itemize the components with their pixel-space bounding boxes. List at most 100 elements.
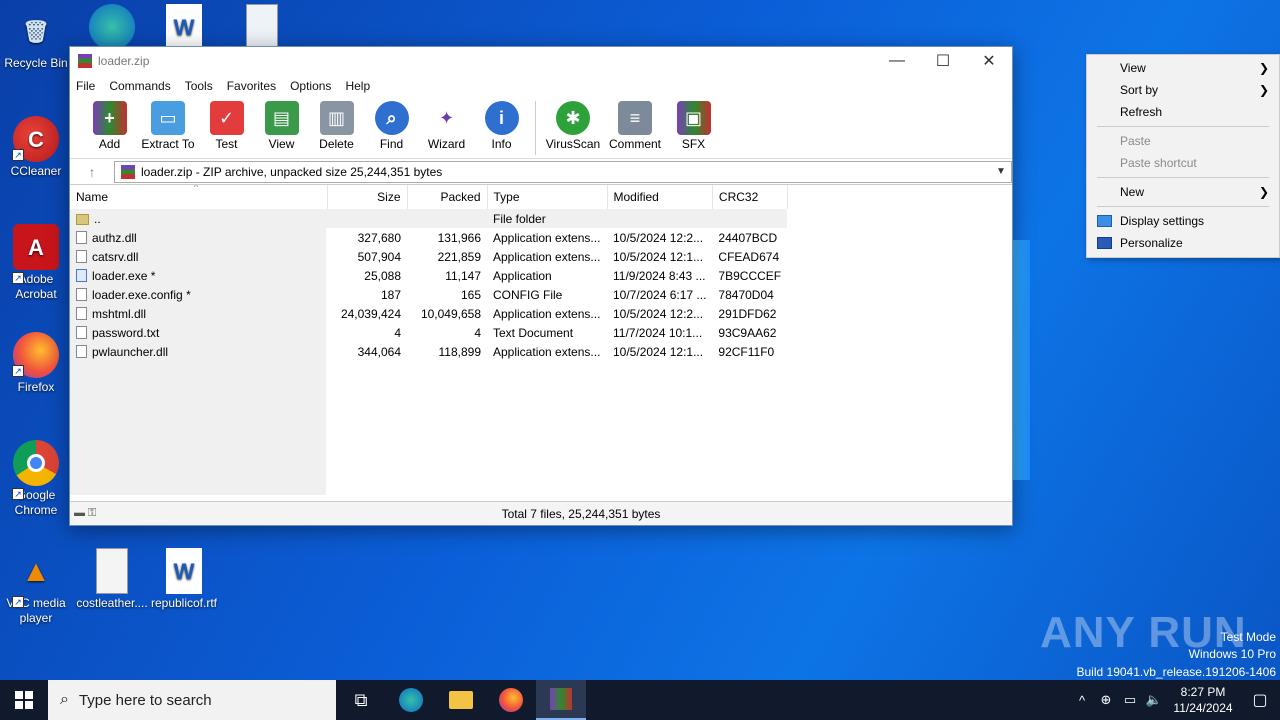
network-icon[interactable]: ▭ xyxy=(1118,692,1142,708)
taskbar-firefox[interactable] xyxy=(486,680,536,720)
desktop-icon-firefox[interactable]: ↗ Firefox xyxy=(0,332,72,395)
desktop-icon-costleather[interactable]: costleather.... xyxy=(76,548,148,611)
notifications-icon[interactable]: ▢ xyxy=(1240,690,1280,710)
table-row[interactable]: catsrv.dll 507,904 221,859 Application ex… xyxy=(70,247,787,266)
desktop-icon-vlc[interactable]: ▲ ↗ VLC media player xyxy=(0,548,72,626)
task-view-icon: ⧉ xyxy=(354,689,368,710)
shortcut-arrow-icon: ↗ xyxy=(12,596,24,608)
column-header-size[interactable]: Size xyxy=(327,185,408,209)
image-file-icon xyxy=(246,4,278,46)
menu-file[interactable]: File xyxy=(76,79,103,93)
table-row[interactable]: loader.exe.config * 187 165 CONFIG File 10… xyxy=(70,285,787,304)
add-button[interactable]: + Add xyxy=(82,97,137,151)
watermark-mode: Test Mode xyxy=(1220,630,1276,644)
volume-icon[interactable]: 🔈 xyxy=(1142,692,1166,708)
taskbar-edge[interactable] xyxy=(386,680,436,720)
up-arrow-icon[interactable]: ↑ xyxy=(70,164,114,180)
desktop-icon-edge[interactable] xyxy=(76,4,148,46)
column-header-crc32[interactable]: CRC32 xyxy=(712,185,788,209)
chrome-icon xyxy=(13,440,59,486)
column-header-name[interactable]: Name ^ xyxy=(70,185,328,209)
system-tray: ^ ⊕ ▭ 🔈 8:27 PM 11/24/2024 ▢ xyxy=(1070,684,1280,716)
folder-icon xyxy=(449,691,473,709)
clock[interactable]: 8:27 PM 11/24/2024 xyxy=(1166,684,1240,716)
toolbar: + Add ▭ Extract To ✓ Test ▤ View ▥ Delete ⌕ Fi… xyxy=(70,97,1012,159)
path-bar: ↑ loader.zip - ZIP archive, unpacked siz… xyxy=(70,159,1012,185)
menu-favorites[interactable]: Favorites xyxy=(227,79,284,93)
desktop-icon-image[interactable] xyxy=(226,4,298,46)
minimize-button[interactable]: — xyxy=(874,47,920,75)
status-bar: ▬ ⚿ Total 7 files, 25,244,351 bytes xyxy=(70,501,1012,525)
menu-item-personalize[interactable]: Personalize xyxy=(1087,232,1279,254)
desktop-icon-word-doc[interactable]: W xyxy=(148,4,220,46)
menu-options[interactable]: Options xyxy=(290,79,339,93)
chevron-right-icon: ❯ xyxy=(1258,83,1269,97)
watermark-build: Build 19041.vb_release.191206-1406 xyxy=(1076,665,1277,679)
test-button[interactable]: ✓ Test xyxy=(199,97,254,151)
dll-file-icon xyxy=(76,230,87,244)
taskbar-winrar[interactable] xyxy=(536,680,586,720)
chevron-right-icon: ❯ xyxy=(1258,185,1269,199)
desktop-icon-republicof[interactable]: W republicof.rtf xyxy=(148,548,220,611)
table-row[interactable]: loader.exe * 25,088 11,147 Application 11/… xyxy=(70,266,787,285)
desktop-icon-label: Recycle Bin xyxy=(4,56,68,70)
maximize-button[interactable]: ☐ xyxy=(920,47,966,75)
menu-item-view[interactable]: View ❯ xyxy=(1087,57,1279,79)
taskbar-file-explorer[interactable] xyxy=(436,680,486,720)
delete-button[interactable]: ▥ Delete xyxy=(309,97,364,151)
path-box[interactable]: loader.zip - ZIP archive, unpacked size … xyxy=(114,160,1012,183)
wand-icon: ✦ xyxy=(438,107,455,128)
file-table: Name ^ Size Packed Type Modified CRC32 ..… xyxy=(70,185,788,361)
config-file-icon xyxy=(76,287,87,301)
view-button[interactable]: ▤ View xyxy=(254,97,309,151)
wizard-button[interactable]: ✦ Wizard xyxy=(419,97,474,152)
table-row[interactable]: .. File folder xyxy=(70,209,788,228)
table-row[interactable]: authz.dll 327,680 131,966 Application ext… xyxy=(70,228,787,247)
firefox-icon xyxy=(499,688,523,712)
comment-button[interactable]: ≡ Comment xyxy=(604,97,666,151)
desktop-icon-acrobat[interactable]: A ↗ Adobe Acrobat xyxy=(0,224,72,302)
winrar-icon xyxy=(550,688,572,710)
menu-help[interactable]: Help xyxy=(345,79,378,93)
close-button[interactable]: ✕ xyxy=(966,47,1012,75)
menu-tools[interactable]: Tools xyxy=(185,79,221,93)
menu-item-refresh[interactable]: Refresh xyxy=(1087,101,1279,123)
desktop-icon-chrome[interactable]: ↗ Google Chrome xyxy=(0,440,72,518)
desktop-icon-ccleaner[interactable]: C ↗ CCleaner xyxy=(0,116,72,179)
taskbar-search[interactable]: ⌕ Type here to search xyxy=(48,680,336,720)
shortcut-arrow-icon: ↗ xyxy=(12,272,24,284)
security-icon[interactable]: ⊕ xyxy=(1094,692,1118,708)
virusscan-button[interactable]: ✱ VirusScan xyxy=(542,97,604,151)
start-button[interactable] xyxy=(0,680,48,720)
table-row[interactable]: pwlauncher.dll 344,064 118,899 Applicatio… xyxy=(70,342,787,361)
menu-item-sort-by[interactable]: Sort by ❯ xyxy=(1087,79,1279,101)
toolbar-separator xyxy=(535,101,536,155)
title-bar[interactable]: loader.zip — ☐ ✕ xyxy=(70,47,1012,75)
vlc-icon: ▲ xyxy=(21,554,51,588)
find-button[interactable]: ⌕ Find xyxy=(364,97,419,151)
bug-icon: ✱ xyxy=(556,101,590,135)
desktop-context-menu: View ❯ Sort by ❯ Refresh Paste Paste short… xyxy=(1086,54,1280,258)
windows-logo-icon xyxy=(15,691,33,709)
column-header-type[interactable]: Type xyxy=(487,185,608,209)
drive-key-icon[interactable]: ▬ ⚿ xyxy=(70,507,110,520)
menu-item-display-settings[interactable]: Display settings xyxy=(1087,210,1279,232)
menu-commands[interactable]: Commands xyxy=(109,79,178,93)
sfx-button[interactable]: ▣ SFX xyxy=(666,97,721,151)
info-button[interactable]: i Info xyxy=(474,97,529,151)
winrar-window: loader.zip — ☐ ✕ File Commands Tools Fav… xyxy=(69,46,1013,526)
menu-separator xyxy=(1097,177,1269,178)
archive-icon xyxy=(121,164,135,179)
chevron-down-icon[interactable]: ▼ xyxy=(991,166,1011,177)
chevron-up-icon[interactable]: ^ xyxy=(1070,693,1094,708)
column-header-packed[interactable]: Packed xyxy=(407,185,488,209)
task-view-button[interactable]: ⧉ xyxy=(336,680,386,720)
table-row[interactable]: mshtml.dll 24,039,424 10,049,658 Applicat… xyxy=(70,304,787,323)
menu-item-new[interactable]: New ❯ xyxy=(1087,181,1279,203)
extract-to-button[interactable]: ▭ Extract To xyxy=(137,97,199,151)
edge-icon xyxy=(399,688,423,712)
desktop-icon-recycle-bin[interactable]: 🗑 Recycle Bin xyxy=(0,8,72,71)
table-row[interactable]: password.txt 44 Text Document 11/7/2024 1… xyxy=(70,323,787,342)
column-header-modified[interactable]: Modified xyxy=(607,185,713,209)
desktop-icon-label: Adobe Acrobat xyxy=(15,272,57,301)
